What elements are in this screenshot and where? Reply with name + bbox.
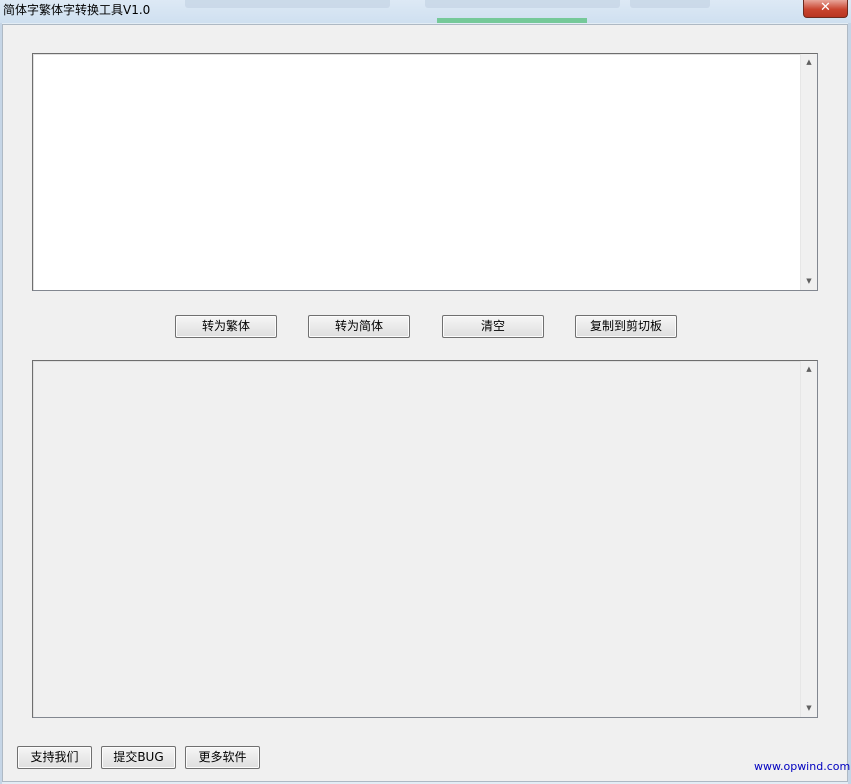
scroll-up-icon[interactable]: ▲ (801, 54, 817, 71)
background-tab (425, 0, 620, 8)
support-us-button[interactable]: 支持我们 (17, 746, 92, 769)
result-scrollbar[interactable]: ▲ ▼ (800, 361, 817, 717)
more-software-button[interactable]: 更多软件 (185, 746, 260, 769)
background-tab (185, 0, 390, 8)
source-scrollbar[interactable]: ▲ ▼ (800, 54, 817, 290)
copy-to-clipboard-button[interactable]: 复制到剪切板 (575, 315, 677, 338)
convert-to-traditional-button[interactable]: 转为繁体 (175, 315, 277, 338)
close-icon: ✕ (820, 0, 831, 15)
window-title: 简体字繁体字转换工具V1.0 (3, 3, 151, 17)
source-text-input[interactable]: ▲ ▼ (32, 53, 818, 291)
title-bar[interactable]: 简体字繁体字转换工具V1.0 ✕ (0, 0, 851, 23)
background-tab (630, 0, 710, 8)
report-bug-button[interactable]: 提交BUG (101, 746, 176, 769)
scroll-down-icon[interactable]: ▼ (801, 273, 817, 290)
clear-button[interactable]: 清空 (442, 315, 544, 338)
app-window: 简体字繁体字转换工具V1.0 ✕ ▲ ▼ 转为繁体 转为简体 清空 复制到剪切板… (0, 0, 851, 784)
convert-to-simplified-button[interactable]: 转为简体 (308, 315, 410, 338)
website-link[interactable]: www.opwind.com (754, 760, 850, 773)
result-text-output[interactable]: ▲ ▼ (32, 360, 818, 718)
scroll-up-icon[interactable]: ▲ (801, 361, 817, 378)
scroll-down-icon[interactable]: ▼ (801, 700, 817, 717)
background-progress (437, 18, 587, 23)
close-button[interactable]: ✕ (803, 0, 848, 18)
